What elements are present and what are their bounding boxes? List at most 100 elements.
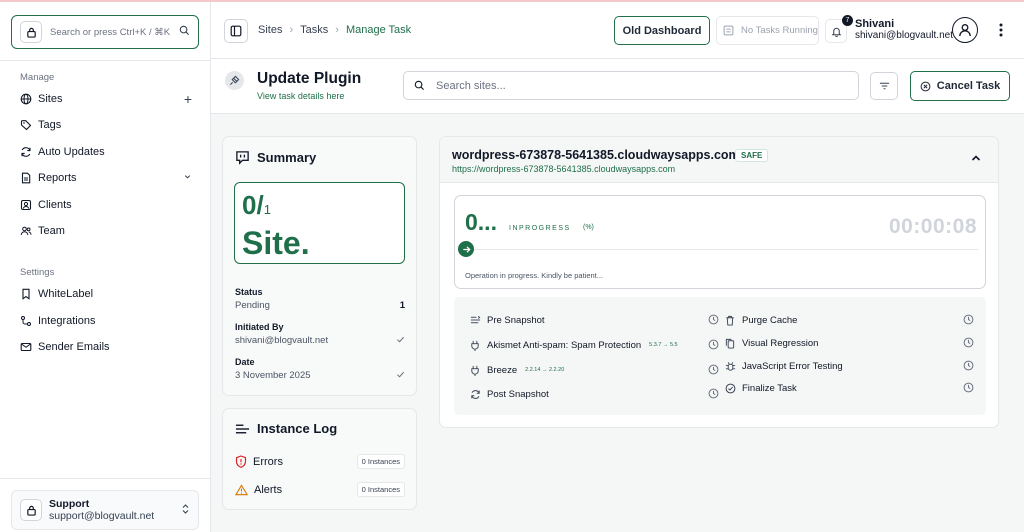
sites-total: 1 xyxy=(263,202,271,217)
errors-count-badge: 0 Instances xyxy=(356,454,405,469)
breadcrumb-sites[interactable]: Sites xyxy=(258,24,282,36)
sidebar-item-auto-updates[interactable]: Auto Updates xyxy=(20,142,192,162)
step-post-snapshot: Post Snapshot xyxy=(469,385,719,403)
step-label: Post Snapshot xyxy=(487,388,549,400)
progress-note: Operation in progress. Kindly be patient… xyxy=(465,271,603,280)
user-icon xyxy=(959,24,971,37)
global-search[interactable]: Search or press Ctrl+K / ⌘K xyxy=(11,15,199,49)
alerts-row[interactable]: Alerts 0 Instances xyxy=(235,482,405,497)
breadcrumb-current: Manage Task xyxy=(345,24,412,36)
progress-state: INPROGRESS xyxy=(509,225,571,232)
breadcrumb-tasks[interactable]: Tasks xyxy=(300,24,328,36)
filter-icon xyxy=(879,82,889,90)
sidebar-item-clients[interactable]: Clients xyxy=(20,195,192,215)
bug-icon xyxy=(724,361,736,372)
initiated-by-field: Initiated By shivani@blogvault.net xyxy=(235,322,405,347)
alerts-count-badge: 0 Instances xyxy=(356,482,405,497)
progress-panel: 0... INPROGRESS (%) 00:00:08 Operation i… xyxy=(454,195,986,289)
clock-icon xyxy=(708,339,719,350)
old-dashboard-button[interactable]: Old Dashboard xyxy=(614,16,710,45)
chevron-down-icon[interactable] xyxy=(183,172,192,184)
clock-icon xyxy=(963,360,974,371)
progress-unit: (%) xyxy=(583,224,594,231)
task-status-label: No Tasks Running xyxy=(741,25,818,36)
step-purge-cache: Purge Cache xyxy=(724,311,974,329)
warning-icon xyxy=(235,483,248,496)
summary-title-text: Summary xyxy=(257,150,317,165)
sidebar-item-sites[interactable]: Sites + xyxy=(20,89,192,109)
team-icon xyxy=(20,225,32,237)
task-status-button[interactable]: No Tasks Running xyxy=(716,16,819,45)
sidebar-item-sender-emails[interactable]: Sender Emails xyxy=(20,337,192,357)
sidebar-item-team[interactable]: Team xyxy=(20,221,192,241)
global-search-placeholder: Search or press Ctrl+K / ⌘K xyxy=(50,26,171,38)
site-search-input[interactable]: Search sites... xyxy=(403,71,859,100)
alerts-label: Alerts xyxy=(254,483,283,496)
step-label: Breeze xyxy=(487,364,518,376)
filter-button[interactable] xyxy=(870,72,898,100)
site-name: wordpress-673878-5641385.cloudwaysapps.c… xyxy=(452,148,740,162)
check-icon xyxy=(396,370,405,382)
sidebar-toggle-button[interactable] xyxy=(224,19,248,43)
main-content: Summary 0/1 Site. Status Pending 1 Initia… xyxy=(211,114,1024,532)
clients-icon xyxy=(20,199,32,211)
more-options-icon[interactable] xyxy=(996,20,1006,40)
add-site-icon[interactable]: + xyxy=(184,91,192,107)
cancel-task-button[interactable]: Cancel Task xyxy=(910,71,1010,101)
chevron-right-icon: › xyxy=(289,24,294,36)
support-account-switcher[interactable]: Support support@blogvault.net xyxy=(11,490,199,530)
shield-alert-icon xyxy=(235,455,247,468)
sidebar-item-label: Integrations xyxy=(38,315,96,327)
sidebar-item-label: WhiteLabel xyxy=(38,288,94,300)
version-change: 5.3.7 → 5.5 xyxy=(649,342,678,348)
sites-done: 0/ xyxy=(242,190,264,220)
plugin-icon xyxy=(225,71,244,90)
section-settings-label: Settings xyxy=(20,267,55,278)
sidebar-item-label: Team xyxy=(38,225,65,237)
site-url-link[interactable]: https://wordpress-673878-5641385.cloudwa… xyxy=(452,164,675,174)
user-info[interactable]: Shivani shivani@blogvault.net xyxy=(855,18,953,41)
bell-icon xyxy=(831,27,841,37)
step-label: Visual Regression xyxy=(742,337,819,349)
sidebar-bottom-divider xyxy=(0,478,211,479)
refresh-icon xyxy=(469,389,481,400)
progress-track xyxy=(465,249,978,250)
site-card-header[interactable]: wordpress-673878-5641385.cloudwaysapps.c… xyxy=(440,137,998,183)
avatar[interactable] xyxy=(952,17,978,43)
cancel-task-label: Cancel Task xyxy=(936,80,1001,92)
blogvault-logo xyxy=(20,21,42,43)
task-steps: Pre Snapshot Akismet Anti-spam: Spam Pro… xyxy=(454,297,986,415)
tasks-icon xyxy=(723,25,734,36)
errors-row[interactable]: Errors 0 Instances xyxy=(235,454,405,469)
sidebar-item-label: Reports xyxy=(38,172,77,184)
initiated-value: shivani@blogvault.net xyxy=(235,335,329,346)
sidebar-divider xyxy=(0,60,211,61)
status-value: Pending xyxy=(235,300,270,311)
sidebar: Search or press Ctrl+K / ⌘K Manage Sites… xyxy=(0,2,211,532)
page-title: Update Plugin xyxy=(257,70,362,87)
elapsed-timer: 00:00:08 xyxy=(888,215,977,238)
clock-icon xyxy=(708,314,719,325)
breadcrumb: Sites › Tasks › Manage Task xyxy=(258,24,411,36)
support-title: Support xyxy=(49,498,90,510)
sidebar-item-tags[interactable]: Tags xyxy=(20,115,192,135)
instance-log-card: Instance Log Errors 0 Instances Alerts 0… xyxy=(222,408,417,510)
trash-icon xyxy=(724,315,736,326)
step-label: Akismet Anti-spam: Spam Protection xyxy=(487,339,642,351)
check-circle-icon xyxy=(724,383,736,394)
clock-icon xyxy=(708,364,719,375)
clock-icon xyxy=(963,382,974,393)
step-breeze: Breeze 2.2.14 → 2.2.20 xyxy=(469,361,719,379)
notification-count-badge: 7 xyxy=(842,15,853,26)
sidebar-item-integrations[interactable]: Integrations xyxy=(20,311,192,331)
sidebar-item-reports[interactable]: Reports xyxy=(20,168,192,188)
copy-icon xyxy=(724,338,736,349)
user-name: Shivani xyxy=(855,18,895,30)
chevron-up-icon[interactable] xyxy=(970,152,982,164)
sidebar-item-label: Auto Updates xyxy=(38,146,105,158)
instance-log-title: Instance Log xyxy=(235,421,337,436)
chevron-up-down-icon xyxy=(181,503,190,518)
search-icon xyxy=(179,25,190,39)
tag-icon xyxy=(20,119,32,131)
sidebar-item-whitelabel[interactable]: WhiteLabel xyxy=(20,284,192,304)
